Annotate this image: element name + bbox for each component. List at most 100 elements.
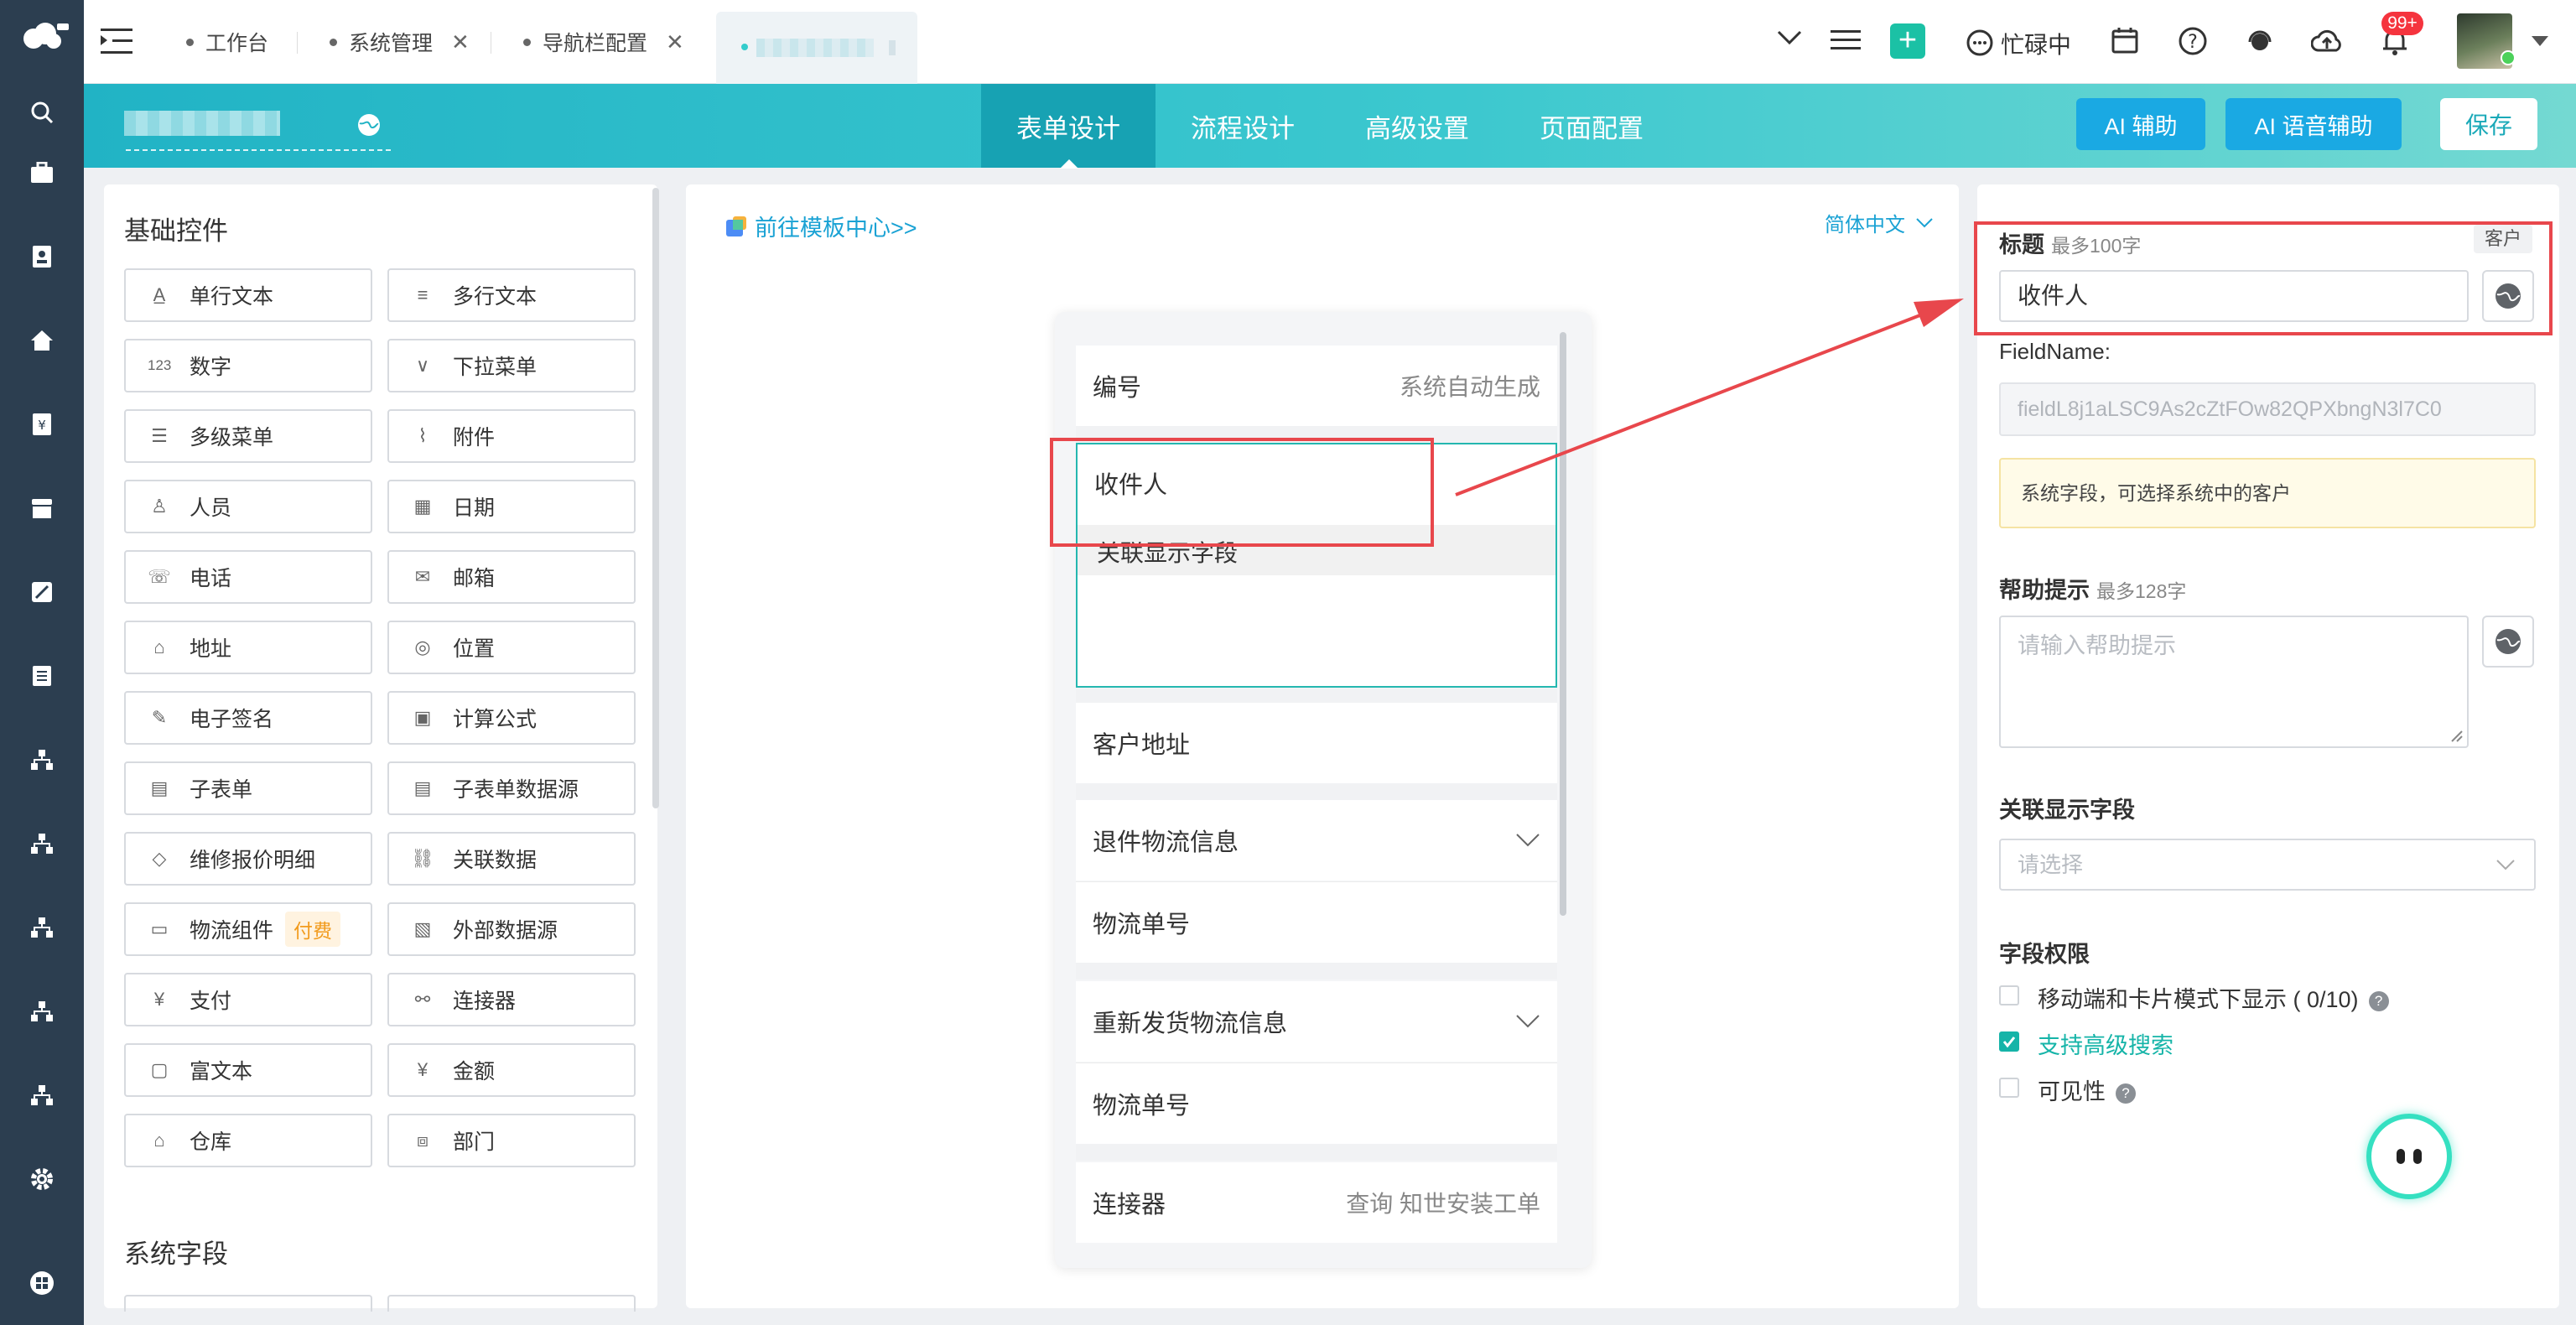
assistant-bot-button[interactable] (2366, 1114, 2452, 1199)
tab-advanced-settings[interactable]: 高级设置 (1330, 84, 1504, 168)
apps-icon[interactable] (25, 1266, 59, 1300)
org-chart-icon[interactable] (25, 743, 59, 777)
form-name[interactable] (124, 111, 280, 136)
left-rail: ¥ (0, 0, 84, 1325)
control-external-datasource[interactable]: ▧ 外部数据源 (387, 902, 636, 956)
single-line-text-icon: A̲ (153, 284, 166, 305)
chevron-down-icon (2496, 860, 2515, 870)
control-logistics[interactable]: ▭ 物流组件 付费 (124, 902, 372, 956)
fieldname-input[interactable]: fieldL8j1aLSC9As2cZtFOw82QPXbngN3l7C0 (1999, 382, 2536, 436)
logo-icon[interactable] (15, 18, 70, 52)
field-tracking-number[interactable]: 物流单号 (1076, 1063, 1557, 1144)
control-calendar[interactable]: ▦ 日期 (387, 480, 636, 533)
tab-form-design[interactable]: 表单设计 (981, 84, 1156, 168)
control-location[interactable]: ◎ 位置 (387, 621, 636, 674)
close-icon[interactable]: ✕ (451, 29, 470, 55)
control-single-line-text[interactable]: A̲ 单行文本 (124, 268, 372, 322)
control-mail[interactable]: ✉ 邮箱 (387, 550, 636, 604)
tab-active-form[interactable] (716, 12, 917, 84)
support-icon[interactable] (2246, 25, 2274, 60)
control-box[interactable]: ◇ 维修报价明细 (124, 832, 372, 886)
control-multi-level-menu[interactable]: ☰ 多级菜单 (124, 409, 372, 463)
help-textarea[interactable]: 请输入帮助提示 (1999, 616, 2469, 748)
list-icon[interactable] (25, 659, 59, 693)
visibility-checkbox[interactable] (1999, 1078, 2019, 1098)
person-icon: ♙ (151, 496, 168, 517)
tab-flow-design[interactable]: 流程设计 (1156, 84, 1330, 168)
control-subform[interactable]: ▤ 子表单 (124, 761, 372, 815)
preview-scrollbar[interactable] (1560, 332, 1566, 916)
control-linked-data[interactable]: ⛓ 关联数据 (387, 832, 636, 886)
collapse-menu-icon[interactable] (101, 27, 132, 60)
home-icon[interactable] (25, 324, 59, 357)
globe-icon[interactable] (356, 112, 382, 142)
ai-voice-button[interactable]: AI 语音辅助 (2225, 98, 2402, 150)
field-tracking-number[interactable]: 物流单号 (1076, 882, 1557, 963)
cloud-upload-icon[interactable] (2310, 27, 2343, 58)
system-control-partial[interactable] (387, 1295, 636, 1312)
control-label: 位置 (453, 637, 496, 661)
tab-nav-config[interactable]: 导航栏配置 ✕ (523, 0, 684, 84)
control-number[interactable]: 123 数字 (124, 339, 372, 392)
control-signature[interactable]: ✎ 电子签名 (124, 691, 372, 745)
template-center-link[interactable]: 前往模板中心>> (724, 210, 917, 242)
control-address[interactable]: ⌂ 地址 (124, 621, 372, 674)
control-rich-text[interactable]: ▢ 富文本 (124, 1043, 372, 1097)
linked-field-select[interactable]: 请选择 (1999, 839, 2536, 891)
control-label: 物流组件 (190, 919, 274, 943)
system-control-partial[interactable] (124, 1295, 372, 1312)
field-number[interactable]: 编号 系统自动生成 (1076, 346, 1557, 426)
calendar-icon[interactable] (2111, 27, 2138, 58)
status-indicator[interactable]: 忙碌中 (1966, 27, 2071, 60)
control-phone[interactable]: ☏ 电话 (124, 550, 372, 604)
globe-icon (2496, 629, 2521, 654)
org-chart-icon[interactable] (25, 911, 59, 944)
field-label: 编号 (1093, 375, 1142, 402)
help-i18n-button[interactable] (2482, 616, 2534, 668)
menu-icon[interactable] (1831, 29, 1861, 56)
control-amount[interactable]: ¥ 金额 (387, 1043, 636, 1097)
control-subform-datasource[interactable]: ▤ 子表单数据源 (387, 761, 636, 815)
chevron-down-icon[interactable] (1776, 29, 1803, 51)
finance-icon[interactable]: ¥ (25, 408, 59, 441)
briefcase-icon[interactable] (25, 156, 59, 190)
gear-icon[interactable] (25, 1162, 59, 1196)
field-return-logistics[interactable]: 退件物流信息 (1076, 800, 1557, 881)
field-customer-address[interactable]: 客户地址 (1076, 703, 1557, 783)
tab-system-management[interactable]: 系统管理 ✕ (330, 0, 470, 84)
control-department[interactable]: ⧈ 部门 (387, 1114, 636, 1167)
control-payment[interactable]: ¥ 支付 (124, 973, 372, 1026)
org-chart-icon[interactable] (25, 1078, 59, 1112)
nav-label: 表单设计 (1016, 113, 1120, 143)
control-dropdown[interactable]: ∨ 下拉菜单 (387, 339, 636, 392)
control-label: 数字 (190, 356, 232, 379)
search-icon[interactable] (25, 96, 59, 129)
add-icon[interactable]: + (1890, 23, 1925, 59)
tab-page-config[interactable]: 页面配置 (1504, 84, 1679, 168)
save-button[interactable]: 保存 (2440, 98, 2537, 150)
control-connector[interactable]: ⚯ 连接器 (387, 973, 636, 1026)
tools-icon[interactable] (25, 575, 59, 609)
caret-down-icon[interactable] (2531, 35, 2549, 51)
rich-text-icon: ▢ (150, 1059, 169, 1080)
control-multi-line-text[interactable]: ≡ 多行文本 (387, 268, 636, 322)
help-icon[interactable]: ? (2179, 27, 2207, 60)
store-icon[interactable] (25, 491, 59, 525)
ai-assist-button[interactable]: AI 辅助 (2076, 98, 2205, 150)
control-attachment[interactable]: ⌇ 附件 (387, 409, 636, 463)
close-icon[interactable]: ✕ (666, 29, 684, 55)
advanced-search-checkbox[interactable] (1999, 1031, 2019, 1052)
language-select[interactable]: 简体中文 (1825, 208, 1934, 237)
tab-workbench[interactable]: 工作台 (186, 0, 268, 84)
field-connector[interactable]: 连接器 查询 知世安装工单 (1076, 1162, 1557, 1243)
org-chart-icon[interactable] (25, 827, 59, 860)
control-warehouse[interactable]: ⌂ 仓库 (124, 1114, 372, 1167)
contact-card-icon[interactable] (25, 240, 59, 273)
org-chart-icon[interactable] (25, 995, 59, 1028)
controls-scrollbar[interactable] (652, 188, 659, 808)
system-field-notice: 系统字段，可选择系统中的客户 (1999, 458, 2536, 528)
field-reship-logistics[interactable]: 重新发货物流信息 (1076, 981, 1557, 1062)
mobile-display-checkbox[interactable] (1999, 985, 2019, 1005)
control-formula[interactable]: ▣ 计算公式 (387, 691, 636, 745)
control-person[interactable]: ♙ 人员 (124, 480, 372, 533)
